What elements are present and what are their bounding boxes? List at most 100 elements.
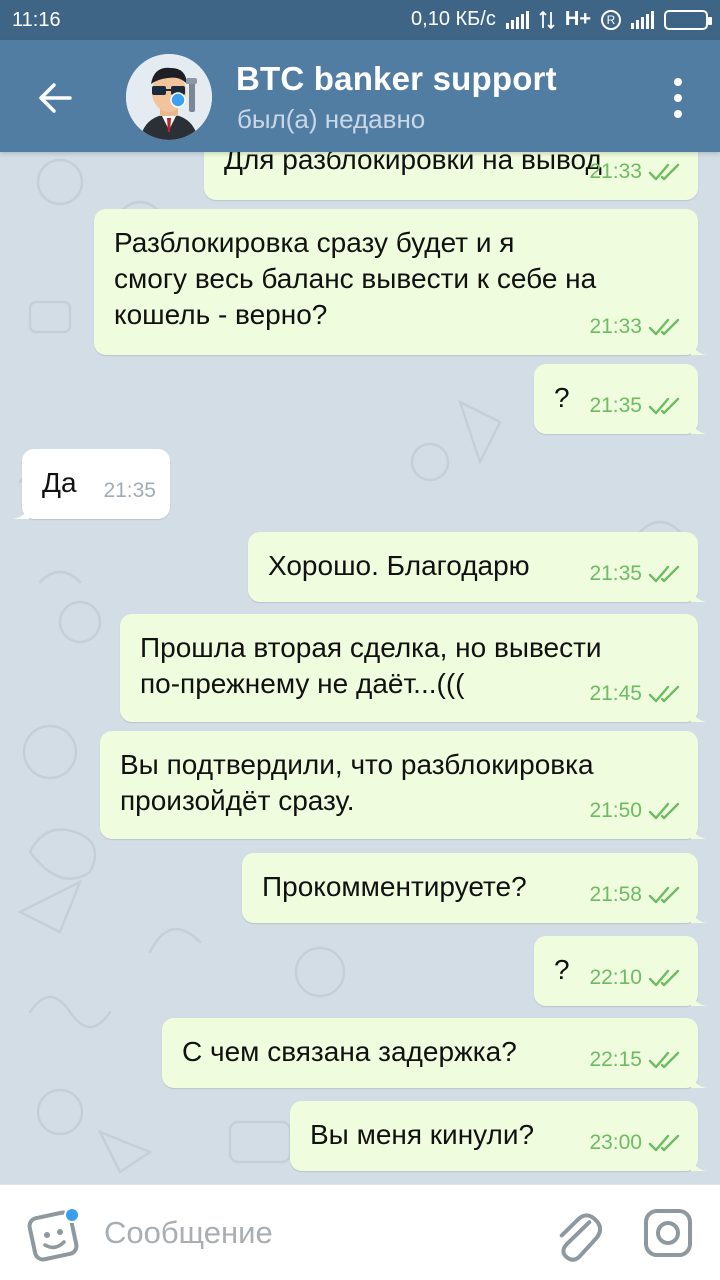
message-text: Да xyxy=(42,465,77,501)
message-line: Для разблокировки на вывод xyxy=(224,152,602,175)
bubble-tail xyxy=(691,418,707,434)
bubble-tail xyxy=(691,1155,707,1171)
read-ticks-icon xyxy=(648,1051,680,1069)
message-text: С чем связана задержка? xyxy=(182,1034,517,1070)
message-meta: 21:35 xyxy=(589,388,684,424)
message-line: Прошла вторая сделка, но вывести xyxy=(140,632,602,663)
message-time: 21:35 xyxy=(589,394,642,417)
message-time: 23:00 xyxy=(589,1131,642,1154)
outgoing-message[interactable]: ? 22:10 xyxy=(534,936,707,1006)
status-indicators: 0,10 КБ/с H+ R xyxy=(411,8,712,31)
incoming-message[interactable]: Да 21:35 xyxy=(13,449,170,519)
signal-1-icon xyxy=(505,10,529,29)
bubble-tail xyxy=(13,503,29,519)
message-time: 22:10 xyxy=(589,966,642,989)
roaming-icon: R xyxy=(601,9,621,30)
message-line: кошель - верно? xyxy=(114,299,328,330)
outgoing-message[interactable]: Вы меня кинули? 23:00 xyxy=(290,1101,707,1171)
message-line: ? xyxy=(554,382,570,413)
bubble-tail xyxy=(691,990,707,1006)
instagram-camera-icon[interactable] xyxy=(642,1207,694,1259)
message-line: С чем связана задержка? xyxy=(182,1036,517,1067)
read-ticks-icon xyxy=(648,1134,680,1152)
message-time: 21:33 xyxy=(589,160,642,183)
message-text: Прошла вторая сделка, но вывести по-прежн… xyxy=(140,630,602,702)
network-speed: 0,10 КБ/с xyxy=(411,8,496,30)
message-meta: 21:50 xyxy=(589,793,684,829)
message-meta: 23:00 xyxy=(589,1125,684,1161)
outgoing-message[interactable]: Хорошо. Благодарю 21:35 xyxy=(248,532,707,602)
bubble-tail xyxy=(691,706,707,722)
message-text: Хорошо. Благодарю xyxy=(268,548,530,584)
bubble-tail xyxy=(691,586,707,602)
message-text: ? xyxy=(554,952,570,988)
message-meta: 21:33 xyxy=(589,154,684,190)
chat-title[interactable]: BTC banker support xyxy=(236,60,557,98)
status-bar: 11:16 0,10 КБ/с H+ R xyxy=(0,0,720,40)
message-line: ? xyxy=(554,954,570,985)
message-time: 21:50 xyxy=(589,799,642,822)
message-meta: 22:15 xyxy=(589,1042,684,1078)
bubble-tail xyxy=(691,907,707,923)
signal-2-icon xyxy=(631,10,654,29)
message-time: 22:15 xyxy=(589,1048,642,1071)
message-text: Для разблокировки на вывод xyxy=(224,152,602,178)
data-arrows-icon xyxy=(539,10,555,29)
message-time: 21:45 xyxy=(589,682,642,705)
message-list[interactable]: Для разблокировки на вывод 21:33 Разблокир… xyxy=(0,152,720,1184)
message-time: 21:58 xyxy=(589,883,642,906)
message-line: Да xyxy=(42,467,77,498)
message-meta: 22:10 xyxy=(589,960,684,996)
message-line: Вы подтвердили, что разблокировка xyxy=(120,749,594,780)
network-type: H+ xyxy=(564,8,591,30)
message-time: 21:35 xyxy=(589,562,642,585)
message-meta: 21:33 xyxy=(589,309,684,345)
read-ticks-icon xyxy=(648,163,680,181)
read-ticks-icon xyxy=(648,318,680,336)
outgoing-message[interactable]: Для разблокировки на вывод 21:33 xyxy=(204,152,698,200)
read-ticks-icon xyxy=(648,685,680,703)
status-time: 11:16 xyxy=(12,9,61,31)
last-seen-status: был(а) недавно xyxy=(237,104,426,134)
outgoing-message[interactable]: Вы подтвердили, что разблокировка произой… xyxy=(100,731,707,839)
message-text: Разблокировка сразу будет и я смогу весь … xyxy=(114,225,596,333)
message-line: произойдёт сразу. xyxy=(120,785,355,816)
read-ticks-icon xyxy=(648,886,680,904)
message-meta: 21:58 xyxy=(589,877,684,913)
message-time: 21:33 xyxy=(589,315,642,338)
message-input[interactable] xyxy=(104,1211,504,1255)
outgoing-message[interactable]: Прошла вторая сделка, но вывести по-прежн… xyxy=(120,614,707,722)
message-meta: 21:45 xyxy=(589,676,684,712)
outgoing-message[interactable]: Разблокировка сразу будет и я смогу весь … xyxy=(94,209,707,355)
read-ticks-icon xyxy=(648,969,680,987)
message-line: Хорошо. Благодарю xyxy=(268,550,530,581)
outgoing-message[interactable]: Прокомментируете? 21:58 xyxy=(242,853,707,923)
read-ticks-icon xyxy=(648,565,680,583)
message-text: Вы меня кинули? xyxy=(310,1117,534,1153)
bubble-tail xyxy=(691,823,707,839)
outgoing-message[interactable]: ? 21:35 xyxy=(534,364,707,434)
message-line: Разблокировка сразу будет и я xyxy=(114,227,515,258)
message-text: Прокомментируете? xyxy=(262,869,527,905)
outgoing-message[interactable]: С чем связана задержка? 22:15 xyxy=(162,1018,707,1088)
message-line: Вы меня кинули? xyxy=(310,1119,535,1150)
message-line: смогу весь баланс вывести к себе на xyxy=(114,263,597,294)
bubble-tail xyxy=(691,1072,707,1088)
message-meta: 21:35 xyxy=(103,473,156,509)
battery-icon xyxy=(664,9,712,30)
message-time: 21:35 xyxy=(103,479,156,502)
bubble-tail xyxy=(691,339,707,355)
notification-dot xyxy=(64,1207,80,1223)
message-meta: 21:35 xyxy=(589,556,684,592)
read-ticks-icon xyxy=(648,397,680,415)
chat-header: BTC banker support был(а) недавно xyxy=(0,40,720,152)
paperclip-icon[interactable] xyxy=(552,1205,602,1263)
message-line: Прокомментируете? xyxy=(262,871,527,902)
message-line: по-прежнему не даёт...((( xyxy=(140,668,465,699)
read-ticks-icon xyxy=(648,802,680,820)
message-text: ? xyxy=(554,380,570,416)
avatar[interactable] xyxy=(126,54,212,140)
back-arrow-icon[interactable] xyxy=(34,76,78,120)
more-vertical-icon[interactable] xyxy=(672,78,684,118)
message-composer xyxy=(0,1184,720,1280)
